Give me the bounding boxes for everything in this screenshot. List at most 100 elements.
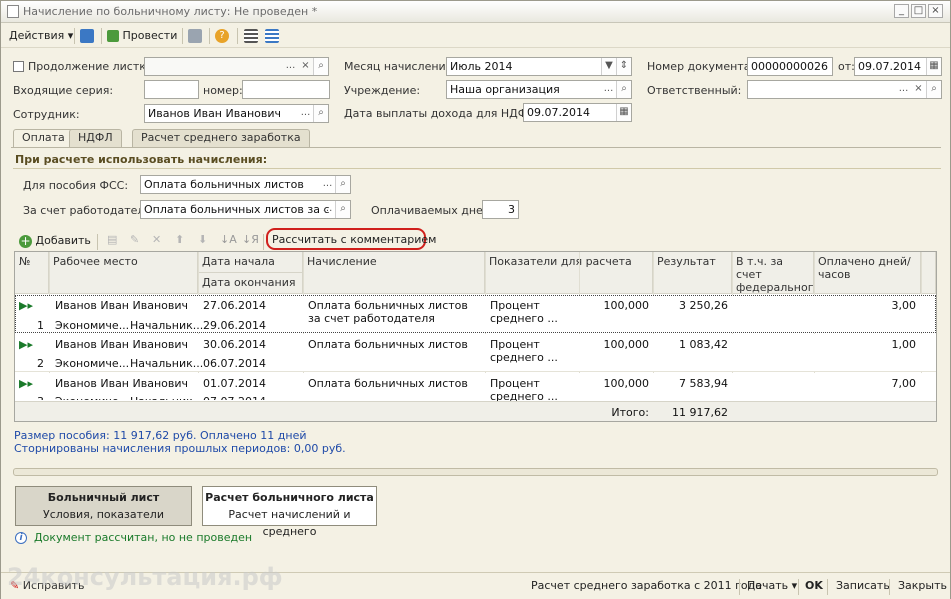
help-icon[interactable]: ? (215, 27, 229, 45)
incoming-series-label: Входящие серия: (13, 84, 114, 97)
move-up-icon[interactable]: ⬆ (175, 231, 184, 249)
close-button[interactable]: Закрыть (898, 579, 947, 592)
tab-ndfl[interactable]: НДФЛ (69, 129, 122, 147)
search-icon[interactable]: ⌕ (335, 201, 350, 218)
window-title: Начисление по больничному листу: Не пров… (23, 5, 318, 18)
employee-field[interactable]: Иванов Иван Иванович ... ⌕ (144, 104, 329, 123)
month-label: Месяц начисления: (344, 60, 456, 73)
calendar-icon[interactable]: ▦ (616, 104, 631, 121)
col-federal[interactable]: В т.ч. за счет федерального (732, 252, 820, 294)
fss-field[interactable]: Оплата больничных листов ... ⌕ (140, 175, 351, 194)
actions-menu-button[interactable]: Действия ▾ (9, 27, 73, 45)
add-button[interactable]: + Добавить (19, 232, 91, 250)
col-workplace[interactable]: Рабочее место (49, 252, 198, 294)
month-field[interactable]: Июль 2014 ▼ ⇕ (446, 57, 632, 76)
doc-date-field[interactable]: 09.07.2014 ▦ (854, 57, 942, 76)
ellipsis-button[interactable]: ... (298, 105, 313, 122)
ellipsis-button[interactable]: ... (601, 81, 616, 98)
print-button[interactable]: Печать ▾ (747, 579, 797, 592)
responsible-field[interactable]: ... × ⌕ (747, 80, 942, 99)
ellipsis-button[interactable]: ... (320, 201, 335, 218)
employee-label: Сотрудник: (13, 108, 80, 121)
col-num[interactable]: № (15, 252, 49, 294)
continuation-field[interactable]: ... × ⌕ (144, 57, 329, 76)
col-start[interactable]: Дата начала (198, 252, 303, 273)
days-label: Оплачиваемых дней: (371, 204, 494, 217)
calendar-icon[interactable]: ▦ (926, 58, 941, 75)
col-result[interactable]: Результат (653, 252, 732, 294)
calc-with-comment-button[interactable]: Рассчитать с комментарием (272, 231, 436, 249)
continuation-checkbox[interactable] (13, 61, 24, 72)
section-title: При расчете использовать начисления: (15, 153, 268, 166)
sort-asc-icon[interactable]: ↓A (220, 231, 237, 249)
employer-field[interactable]: Оплата больничных листов за с ... ⌕ (140, 200, 351, 219)
from-label: от: (838, 60, 855, 73)
post-button[interactable]: Провести (107, 27, 177, 45)
table-footer: Итого: 11 917,62 (15, 401, 936, 421)
watermark: 24консультация.рф (7, 563, 283, 591)
ellipsis-button[interactable]: ... (283, 58, 298, 75)
add-icon: + (19, 233, 32, 248)
ndfl-date-field[interactable]: 09.07.2014 ▦ (523, 103, 632, 122)
splitter[interactable] (13, 468, 938, 476)
document-icon (7, 5, 19, 18)
maximize-button[interactable]: □ (911, 4, 926, 18)
clear-icon[interactable]: × (298, 58, 313, 75)
delete-icon[interactable]: ✕ (152, 231, 161, 249)
print-preview-icon[interactable] (188, 27, 202, 45)
fss-label: Для пособия ФСС: (23, 179, 129, 192)
post-icon (107, 30, 119, 42)
scroll-up-icon[interactable] (921, 252, 936, 294)
summary-line-1: Размер пособия: 11 917,62 руб. Оплачено … (14, 429, 307, 442)
ok-button[interactable]: OK (805, 579, 823, 592)
chevron-down-icon[interactable]: ▼ (601, 58, 616, 75)
col-end[interactable]: Дата окончания (198, 273, 303, 294)
copy-icon[interactable]: ▤ (107, 231, 117, 249)
employer-label: За счет работодателя: (23, 204, 155, 217)
total-label: Итого: (611, 406, 649, 419)
accruals-table: № Рабочее место Дата начала Дата окончан… (14, 251, 937, 422)
days-field[interactable]: 3 (482, 200, 519, 219)
main-toolbar: Действия ▾ Провести ? (1, 24, 950, 48)
spin-icon[interactable]: ⇕ (616, 58, 631, 75)
docnum-field[interactable]: 00000000026 (747, 57, 833, 76)
save-button[interactable]: Записать (836, 579, 890, 592)
ellipsis-button[interactable]: ... (320, 176, 335, 193)
search-icon[interactable]: ⌕ (335, 176, 350, 193)
series-field[interactable] (144, 80, 199, 99)
close-window-button[interactable]: × (928, 4, 943, 18)
title-bar: Начисление по больничному листу: Не пров… (1, 1, 950, 23)
search-icon[interactable]: ⌕ (926, 81, 941, 98)
avg-calc-link[interactable]: Расчет среднего заработка с 2011 года (531, 579, 762, 592)
structure-icon[interactable] (244, 27, 258, 45)
sick-leave-panel-button[interactable]: Больничный лист Условия, показатели (15, 486, 192, 526)
summary-line-2: Сторнированы начисления прошлых периодов… (14, 442, 346, 455)
bottom-bar: ✎ Исправить 24консультация.рф Расчет сре… (1, 563, 950, 599)
search-icon[interactable]: ⌕ (313, 105, 328, 122)
status-message: Документ рассчитан, но не проведен (34, 531, 253, 544)
tab-payment[interactable]: Оплата (13, 129, 74, 148)
minimize-button[interactable]: _ (894, 4, 909, 18)
col-indicators[interactable]: Показатели для расчета (485, 252, 653, 294)
calculation-panel-button[interactable]: Расчет больничного листа Расчет начислен… (202, 486, 377, 538)
col-paid[interactable]: Оплачено дней/часов (814, 252, 921, 294)
edit-icon[interactable]: ✎ (130, 231, 139, 249)
number-field[interactable] (242, 80, 330, 99)
search-icon[interactable]: ⌕ (313, 58, 328, 75)
col-accrual[interactable]: Начисление (303, 252, 485, 294)
clear-icon[interactable]: × (911, 81, 926, 98)
search-icon[interactable]: ⌕ (616, 81, 631, 98)
list-icon[interactable] (265, 27, 279, 45)
move-down-icon[interactable]: ⬇ (198, 231, 207, 249)
institution-label: Учреждение: (344, 84, 421, 97)
number-label: номер: (203, 84, 243, 97)
tab-average-earnings[interactable]: Расчет среднего заработка (132, 129, 310, 147)
responsible-label: Ответственный: (647, 84, 742, 97)
institution-field[interactable]: Наша организация ... ⌕ (446, 80, 632, 99)
document-window: Начисление по больничному листу: Не пров… (0, 0, 951, 599)
docnum-label: Номер документа: (647, 60, 755, 73)
ellipsis-button[interactable]: ... (896, 81, 911, 98)
back-icon[interactable] (80, 27, 94, 45)
row-marker-icon: ▶▸ (19, 299, 33, 312)
sort-desc-icon[interactable]: ↓Я (242, 231, 259, 249)
